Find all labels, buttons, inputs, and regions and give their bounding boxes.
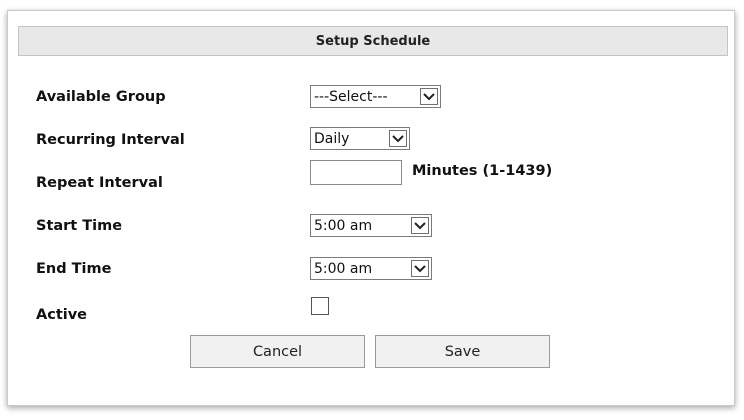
save-button[interactable]: Save: [375, 335, 550, 368]
available-group-select[interactable]: ---Select---: [310, 85, 441, 108]
end-time-value: 5:00 am: [314, 260, 373, 277]
start-time-select[interactable]: 5:00 am: [310, 214, 432, 237]
end-time-label: End Time: [36, 261, 112, 277]
chevron-down-icon: [411, 260, 429, 277]
dialog-title: Setup Schedule: [18, 26, 728, 56]
available-group-value: ---Select---: [314, 88, 388, 105]
start-time-label: Start Time: [36, 218, 123, 234]
recurring-interval-label: Recurring Interval: [36, 132, 185, 148]
repeat-interval-units: Minutes (1-1439): [412, 163, 553, 179]
active-label: Active: [36, 307, 88, 323]
chevron-down-icon: [411, 217, 429, 234]
chevron-down-icon: [389, 130, 407, 147]
chevron-down-icon: [420, 88, 438, 105]
start-time-value: 5:00 am: [314, 217, 373, 234]
end-time-select[interactable]: 5:00 am: [310, 257, 432, 280]
active-checkbox[interactable]: [311, 297, 329, 315]
setup-schedule-dialog: Setup Schedule: [7, 10, 735, 406]
cancel-button[interactable]: Cancel: [190, 335, 365, 368]
repeat-interval-label: Repeat Interval: [36, 175, 163, 191]
repeat-interval-input[interactable]: [310, 160, 402, 185]
available-group-label: Available Group: [36, 89, 166, 105]
recurring-interval-value: Daily: [314, 130, 350, 147]
recurring-interval-select[interactable]: Daily: [310, 127, 410, 150]
